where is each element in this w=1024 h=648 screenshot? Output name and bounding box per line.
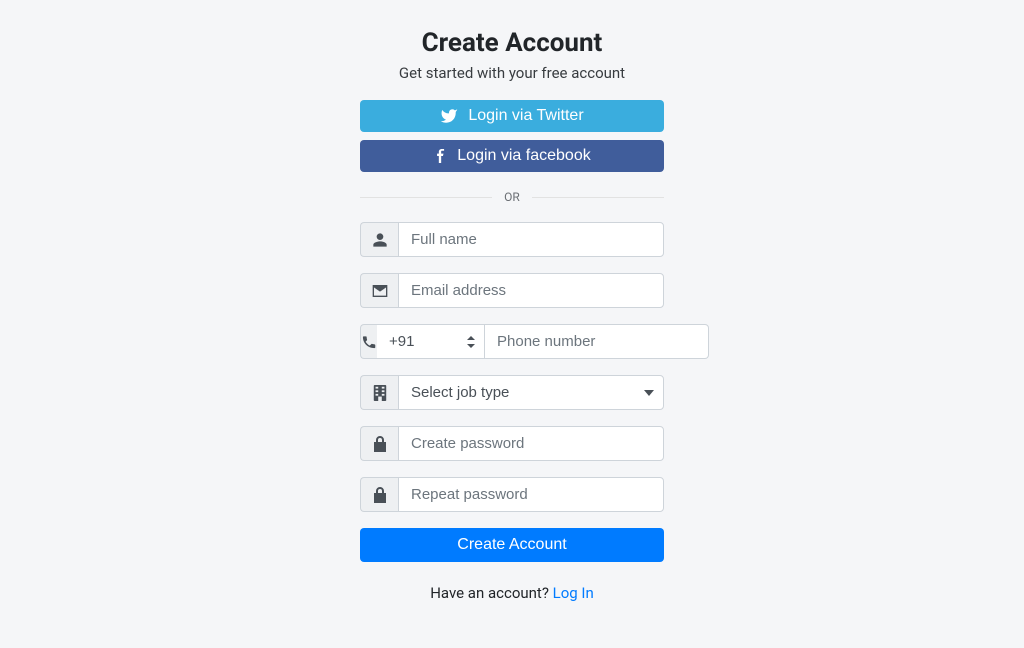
email-input[interactable] (398, 273, 664, 308)
create-account-button[interactable]: Create Account (360, 528, 664, 562)
create-password-input[interactable] (398, 426, 664, 461)
full-name-group (360, 222, 664, 257)
login-facebook-label: Login via facebook (457, 147, 590, 165)
job-type-wrap: Select job type (398, 375, 664, 410)
phone-icon (360, 324, 377, 359)
phone-input[interactable] (485, 324, 709, 359)
job-type-select[interactable]: Select job type (398, 375, 664, 410)
divider: OR (360, 190, 664, 204)
full-name-input[interactable] (398, 222, 664, 257)
page-subtitle: Get started with your free account (342, 64, 682, 82)
phone-group: +91 (360, 324, 664, 359)
divider-line-right (532, 197, 664, 198)
envelope-icon (360, 273, 398, 308)
footer-text: Have an account? Log In (342, 584, 682, 602)
user-icon (360, 222, 398, 257)
divider-text: OR (492, 190, 532, 204)
email-group (360, 273, 664, 308)
login-facebook-button[interactable]: Login via facebook (360, 140, 664, 172)
login-twitter-label: Login via Twitter (468, 107, 583, 125)
country-code-select[interactable]: +91 (377, 324, 485, 359)
create-password-group (360, 426, 664, 461)
page-title: Create Account (342, 28, 682, 58)
repeat-password-group (360, 477, 664, 512)
twitter-icon (440, 107, 458, 125)
lock-icon (360, 426, 398, 461)
login-link[interactable]: Log In (553, 584, 594, 602)
signup-card: Create Account Get started with your fre… (342, 28, 682, 648)
lock-icon (360, 477, 398, 512)
divider-line-left (360, 197, 492, 198)
login-twitter-button[interactable]: Login via Twitter (360, 100, 664, 132)
building-icon (360, 375, 398, 410)
repeat-password-input[interactable] (398, 477, 664, 512)
job-type-group: Select job type (360, 375, 664, 410)
facebook-icon (433, 147, 447, 165)
footer-prefix: Have an account? (430, 584, 552, 602)
country-code-wrap: +91 (377, 324, 485, 359)
